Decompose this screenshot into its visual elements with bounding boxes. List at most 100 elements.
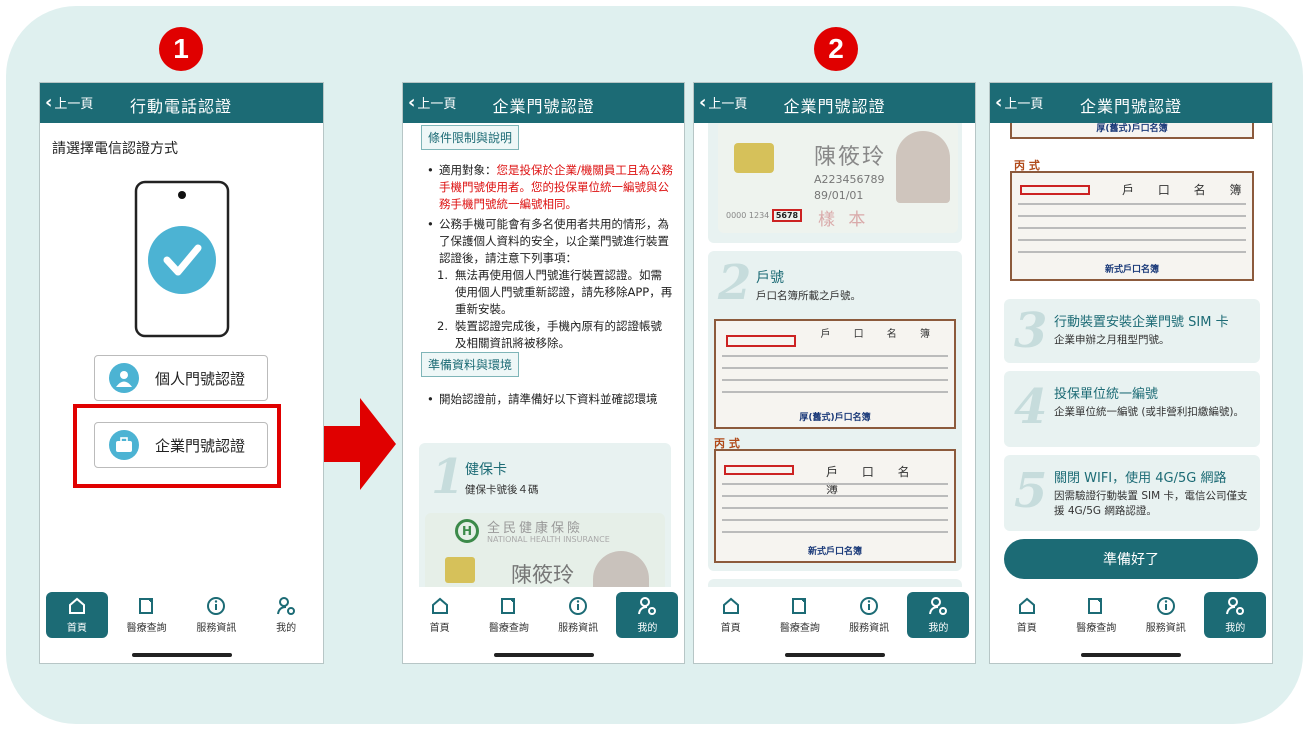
tab-medical[interactable]: 醫療查詢 [1065, 592, 1127, 638]
enterprise-number-label: 企業門號認證 [155, 436, 246, 455]
content-scroll[interactable]: 厚(舊式)戶口名簿 丙 式 戶 口 名 簿 新式戶口名簿 3 行動裝置安裝企業門… [990, 123, 1272, 587]
info-icon [860, 597, 879, 615]
phone-screen-2: ‹上一頁 企業門號認證 條件限制與說明 適用對象：您是投保於企業/機關員工且為公… [402, 82, 685, 664]
tab-service[interactable]: 服務資訊 [185, 592, 247, 638]
sample-watermark: 樣 本 [818, 210, 870, 230]
home-indicator [784, 653, 885, 657]
card-org-en: NATIONAL HEALTH INSURANCE [487, 535, 610, 544]
tab-bar: 首頁 醫療查詢 服務資訊 我的 [990, 587, 1272, 643]
card-name: 陳筱玲 [511, 563, 574, 587]
user-settings-icon [277, 597, 296, 615]
doc-caption: 厚(舊式)戶口名簿 [1096, 124, 1168, 134]
tab-medical[interactable]: 醫療查詢 [478, 592, 540, 638]
step-number: 2 [718, 255, 752, 311]
tab-mine[interactable]: 我的 [907, 592, 970, 638]
step-card-4: 4 投保單位統一編號 企業單位統一編號 (或非營利扣繳編號)。 [1004, 371, 1260, 447]
header-bar: ‹ 上一頁 企業門號認證 [990, 83, 1272, 123]
personal-number-button[interactable]: 個人門號認證 [94, 355, 268, 401]
info-icon [207, 597, 226, 615]
tab-home[interactable]: 首頁 [409, 592, 471, 638]
health-card-image: H 全民健康保險 NATIONAL HEALTH INSURANCE 陳筱玲 [425, 513, 665, 587]
step-number: 4 [1014, 379, 1048, 435]
section-title: 條件限制與說明 [421, 125, 520, 150]
doc-caption: 厚(舊式)戶口名簿 [799, 413, 871, 423]
card-subtitle: 因需驗證行動裝置 SIM 卡，電信公司僅支援 4G/5G 網路認證。 [1054, 490, 1248, 517]
card-subtitle: 戶口名簿所載之戶號。 [756, 290, 861, 302]
household-doc-new: 戶 口 名 簿 新式戶口名簿 [714, 449, 956, 563]
back-label: 上一頁 [54, 97, 94, 112]
home-indicator [131, 653, 232, 657]
step-badge-2: 2 [814, 27, 858, 71]
chevron-left-icon: ‹ [45, 91, 53, 113]
tab-label: 首頁 [66, 623, 87, 634]
section-title: 準備資料與環境 [421, 352, 520, 377]
tab-label: 醫療查詢 [126, 623, 167, 634]
id-card-no: 0000 1234 [726, 211, 772, 220]
step-card-5: 5 關閉 WIFI，使用 4G/5G 網路 因需驗證行動裝置 SIM 卡，電信公… [1004, 455, 1260, 531]
numbered-item: 2. 裝置認證完成後，手機內原有的認證帳號及相關資訊將被移除。 [437, 319, 662, 350]
numbered-item: 1. 無法再使用個人門號進行裝置認證。如需使用個人門號重新認證，請先移除APP，再… [437, 268, 673, 316]
tab-mine[interactable]: 我的 [1204, 592, 1267, 638]
tab-medical[interactable]: 醫療查詢 [116, 592, 178, 638]
enterprise-number-button[interactable]: 企業門號認證 [94, 422, 268, 468]
medical-search-icon [1088, 598, 1103, 614]
tab-bar: 首頁 醫療查詢 服務資訊 我的 [694, 587, 975, 643]
phone-check-icon [134, 180, 230, 338]
medical-search-icon [791, 598, 806, 614]
tab-label: 我的 [1225, 623, 1246, 634]
id-card-sample: 陳筱玲 A223456789 89/01/01 0000 1234 5678 樣… [708, 123, 962, 243]
id-last4-highlight: 5678 [771, 209, 803, 222]
next-card-peek [708, 579, 962, 587]
tab-label: 服務資訊 [558, 623, 599, 634]
user-settings-icon [929, 597, 948, 615]
health-logo-icon: H [455, 519, 479, 543]
card-subtitle: 企業申辦之月租型門號。 [1054, 334, 1170, 346]
numbered-text: 裝置認證完成後，手機內原有的認證帳號及相關資訊將被移除。 [455, 319, 662, 350]
tab-label: 醫療查詢 [488, 623, 529, 634]
content-scroll[interactable]: 條件限制與說明 適用對象：您是投保於企業/機關員工且為公務手機門號使用者。您的投… [403, 123, 684, 587]
chip-icon [734, 143, 774, 173]
tab-mine[interactable]: 我的 [255, 592, 317, 638]
id-name: 陳筱玲 [814, 145, 887, 170]
header-bar: ‹ 上一頁 企業門號認證 [694, 83, 975, 123]
home-icon [722, 597, 739, 614]
header-bar: ‹ 上一頁 行動電話認證 [40, 83, 323, 123]
home-indicator [1081, 653, 1181, 657]
doc-header: 戶 口 名 簿 [820, 329, 940, 340]
back-button[interactable]: ‹ 上一頁 [45, 93, 93, 112]
medical-search-icon [500, 598, 515, 614]
card-org: 全民健康保險 [487, 521, 584, 536]
personal-number-label: 個人門號認證 [155, 369, 246, 388]
tab-label: 我的 [276, 623, 297, 634]
info-icon [1156, 597, 1175, 615]
user-icon [109, 363, 139, 393]
tab-label: 服務資訊 [849, 623, 890, 634]
doc-header: 戶 口 名 簿 [1122, 183, 1252, 197]
tab-mine[interactable]: 我的 [616, 592, 679, 638]
tab-label: 首頁 [429, 623, 450, 634]
content-scroll[interactable]: 陳筱玲 A223456789 89/01/01 0000 1234 5678 樣… [694, 123, 975, 587]
tab-service[interactable]: 服務資訊 [1135, 592, 1197, 638]
photo [896, 131, 950, 203]
tab-service[interactable]: 服務資訊 [547, 592, 609, 638]
card-title: 戶號 [756, 270, 784, 286]
doc-caption: 新式戶口名簿 [807, 547, 862, 557]
tab-home[interactable]: 首頁 [45, 592, 108, 638]
tab-medical[interactable]: 醫療查詢 [769, 592, 831, 638]
tab-home[interactable]: 首頁 [700, 592, 762, 638]
page-title: 企業門號認證 [783, 97, 886, 116]
doc-header: 戶 口 名 簿 [826, 465, 920, 496]
tab-label: 服務資訊 [196, 623, 237, 634]
page-title: 企業門號認證 [1079, 97, 1182, 116]
card-title: 健保卡 [465, 462, 507, 478]
tab-service[interactable]: 服務資訊 [838, 592, 900, 638]
household-number-highlight [1020, 185, 1090, 195]
chip-icon [445, 557, 475, 583]
tab-home[interactable]: 首頁 [996, 592, 1058, 638]
ready-button[interactable]: 準備好了 [1004, 539, 1258, 579]
step-card-2: 2 戶號 戶口名簿所載之戶號。 戶 口 名 簿 厚(舊式)戶口名簿 丙 式 戶 … [708, 251, 962, 571]
home-icon [431, 597, 448, 614]
briefcase-icon [109, 430, 139, 460]
bullet-prefix: 適用對象： [439, 163, 497, 177]
bullet-item: 開始認證前，請準備好以下資料並確認環境 [425, 391, 673, 408]
